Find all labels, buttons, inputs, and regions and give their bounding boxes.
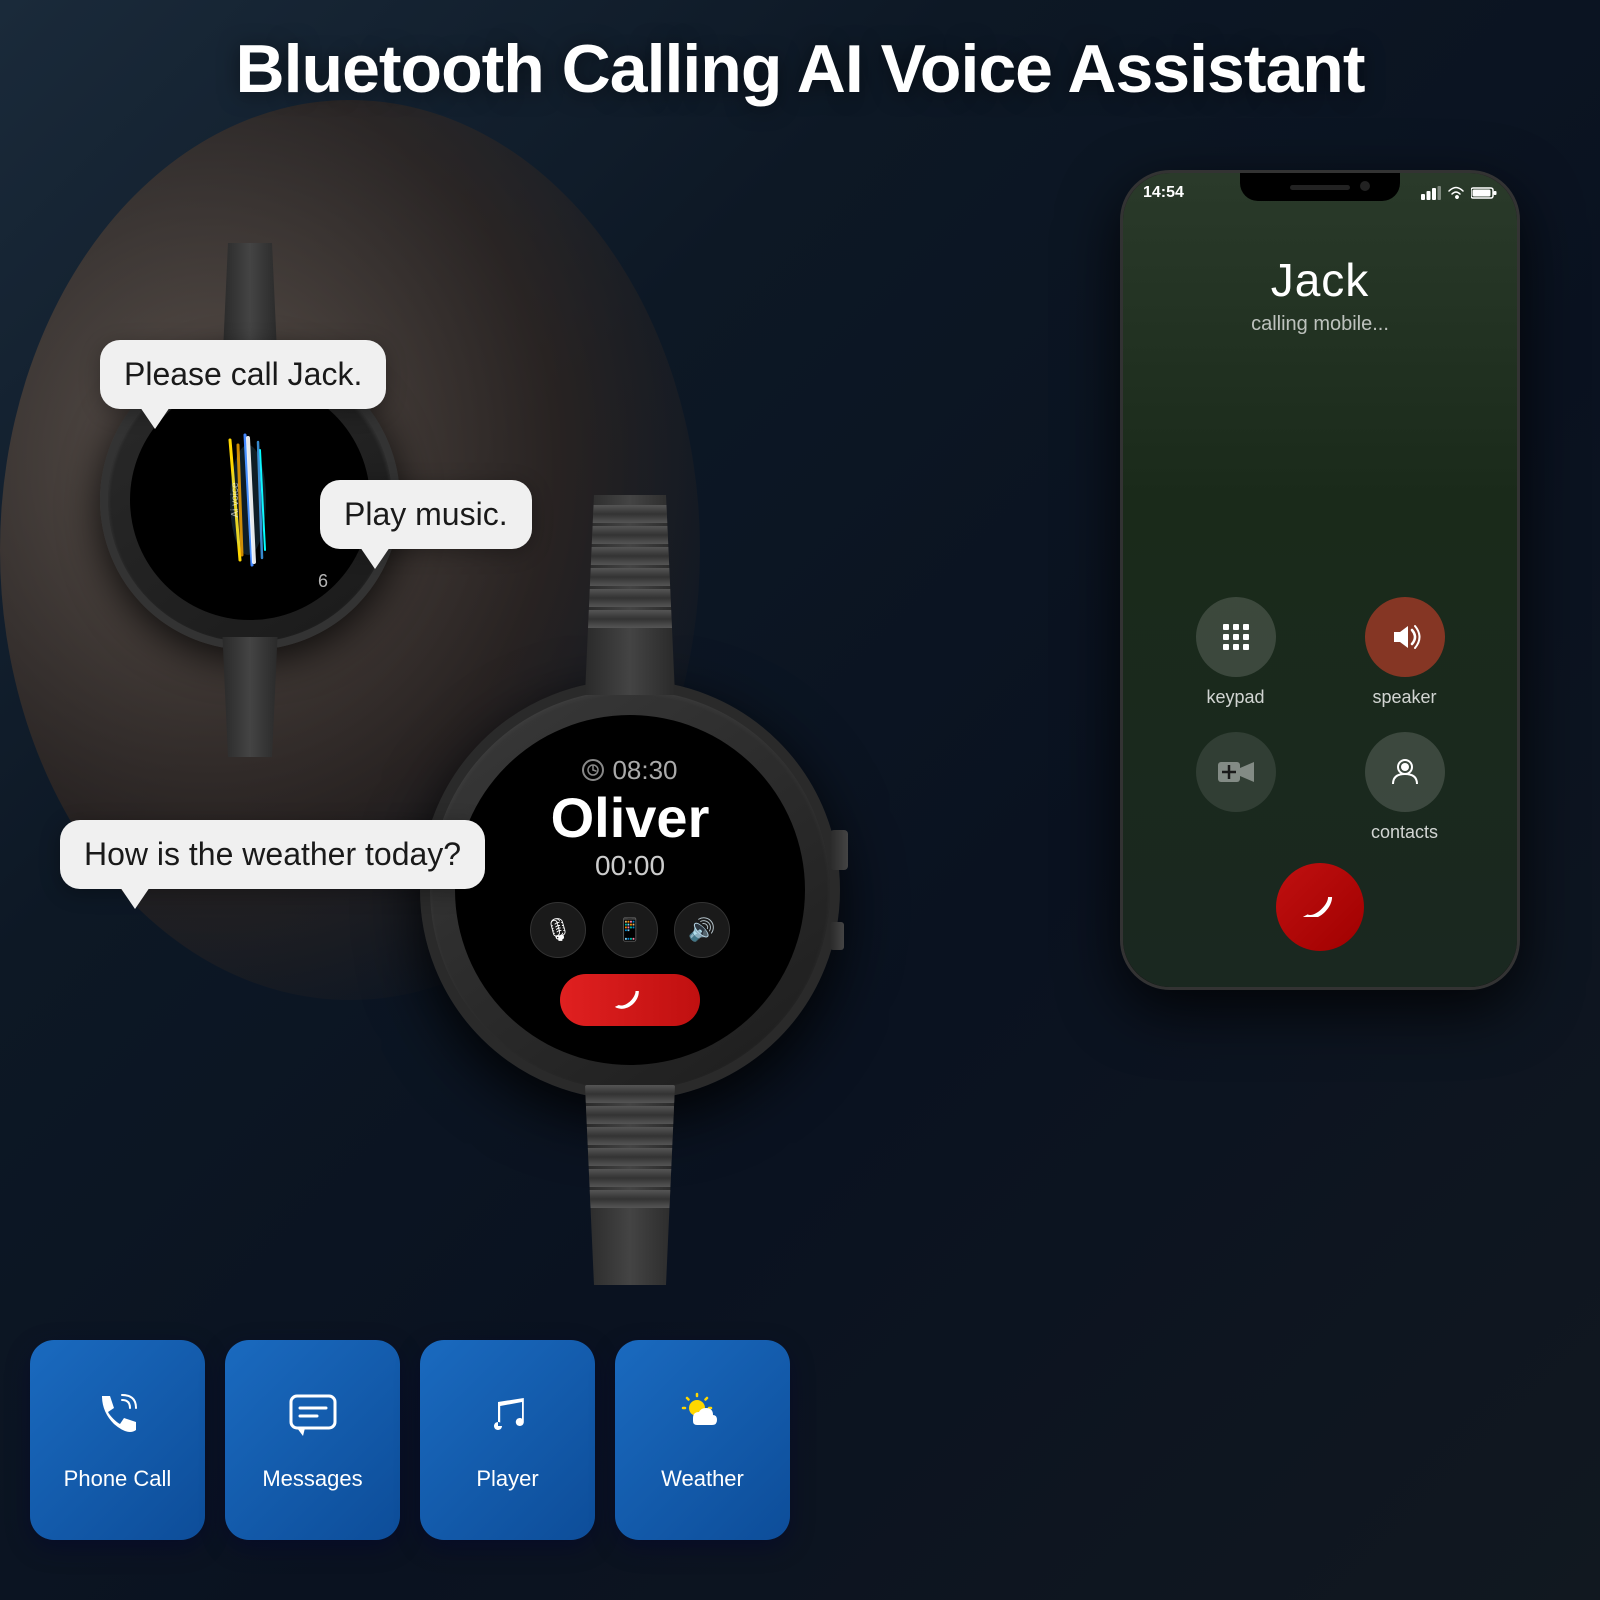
weather-icon (675, 1388, 731, 1452)
bubble-weather-text: How is the weather today? (84, 836, 461, 872)
feature-tile-phone-call[interactable]: Phone Call (30, 1340, 205, 1540)
wifi-icon (1447, 186, 1465, 200)
phone-call-controls: keypad speaker (1143, 597, 1497, 843)
watch-duration: 00:00 (595, 850, 665, 882)
phone-caller-info: Jack calling mobile... (1143, 253, 1497, 336)
watch-main-outer: 08:30 Oliver 00:00 🎙 📱 🔊 (420, 680, 840, 1100)
keypad-icon (1220, 621, 1252, 653)
watch-main-screen: 08:30 Oliver 00:00 🎙 📱 🔊 (455, 715, 805, 1065)
watch-clock-icon (582, 759, 604, 781)
watch-caller-name: Oliver (551, 790, 710, 846)
feature-tile-messages[interactable]: Messages (225, 1340, 400, 1540)
message-icon (287, 1388, 339, 1440)
phone-contacts-label: contacts (1371, 822, 1438, 843)
phone-body: 14:54 (1120, 170, 1520, 990)
signal-icon (1421, 186, 1441, 200)
phone-clock: 14:54 (1143, 184, 1184, 202)
messages-icon (287, 1388, 339, 1452)
phone-screen: Jack calling mobile... (1123, 173, 1517, 987)
watch-small-number: 6 (318, 571, 328, 592)
phone-speaker-button[interactable] (1365, 597, 1445, 677)
phone-status-bar: 14:54 (1143, 181, 1497, 205)
phone-video-button[interactable] (1196, 732, 1276, 812)
music-icon (482, 1388, 534, 1440)
phone-keypad-button[interactable] (1196, 597, 1276, 677)
watch-phone-button[interactable]: 📱 (602, 902, 658, 958)
phone-keypad-ctrl: keypad (1163, 597, 1308, 708)
contacts-icon (1389, 756, 1421, 788)
feature-tile-player[interactable]: Player (420, 1340, 595, 1540)
ai-waveform: Ai voice (200, 420, 300, 580)
watch-time-row: 08:30 (582, 755, 677, 786)
phone-caller-status: calling mobile... (1143, 313, 1497, 336)
watch-controls: 🎙 📱 🔊 (530, 902, 730, 958)
phone-contacts-button[interactable] (1365, 732, 1445, 812)
watch-speaker-button[interactable]: 🔊 (674, 902, 730, 958)
main-container: Bluetooth Calling AI Voice Assistant Ple… (0, 0, 1600, 1600)
video-icon (1218, 758, 1254, 786)
watch-small-band-bottom (223, 637, 278, 757)
watch-end-call-button[interactable] (560, 974, 700, 1026)
phone-call-icon (92, 1388, 144, 1452)
end-call-icon (1301, 897, 1339, 917)
phone-speaker-label: speaker (1372, 687, 1436, 708)
player-icon (482, 1388, 534, 1452)
messages-label: Messages (262, 1466, 362, 1492)
bubble-music-text: Play music. (344, 496, 508, 532)
phone-caller-name: Jack (1143, 253, 1497, 307)
phone-end-row (1143, 863, 1497, 967)
page-title: Bluetooth Calling AI Voice Assistant (0, 30, 1600, 108)
bubble-call-text: Please call Jack. (124, 356, 362, 392)
speech-bubble-call: Please call Jack. (100, 340, 386, 409)
watch-crown[interactable] (830, 830, 848, 870)
battery-icon (1471, 186, 1497, 200)
phone-keypad-label: keypad (1206, 687, 1264, 708)
ai-label: Ai voice (230, 482, 241, 517)
phone: 14:54 (1120, 170, 1520, 990)
phone-end-call-button[interactable] (1276, 863, 1364, 951)
watch-band-top (585, 495, 675, 695)
phone-video-ctrl (1163, 732, 1308, 843)
phone-contacts-ctrl: contacts (1332, 732, 1477, 843)
watch-call-time: 08:30 (612, 755, 677, 786)
phone-speaker-ctrl: speaker (1332, 597, 1477, 708)
phone-status-icons (1421, 186, 1497, 200)
speech-bubble-music: Play music. (320, 480, 532, 549)
speaker-icon (1388, 622, 1422, 652)
weather-svg-icon (675, 1388, 731, 1440)
weather-label: Weather (661, 1466, 744, 1492)
phone-call-label: Phone Call (64, 1466, 172, 1492)
player-label: Player (476, 1466, 538, 1492)
waveform-svg (210, 430, 290, 570)
feature-tiles: Phone Call Messages Player (30, 1340, 790, 1540)
feature-tile-weather[interactable]: Weather (615, 1340, 790, 1540)
phone-icon (92, 1388, 144, 1440)
watch-mute-button[interactable]: 🎙 (530, 902, 586, 958)
watch-band-bottom (585, 1085, 675, 1285)
speech-bubble-weather: How is the weather today? (60, 820, 485, 889)
watch-main: 08:30 Oliver 00:00 🎙 📱 🔊 (420, 680, 840, 1100)
watch-crown-small[interactable] (830, 922, 844, 950)
